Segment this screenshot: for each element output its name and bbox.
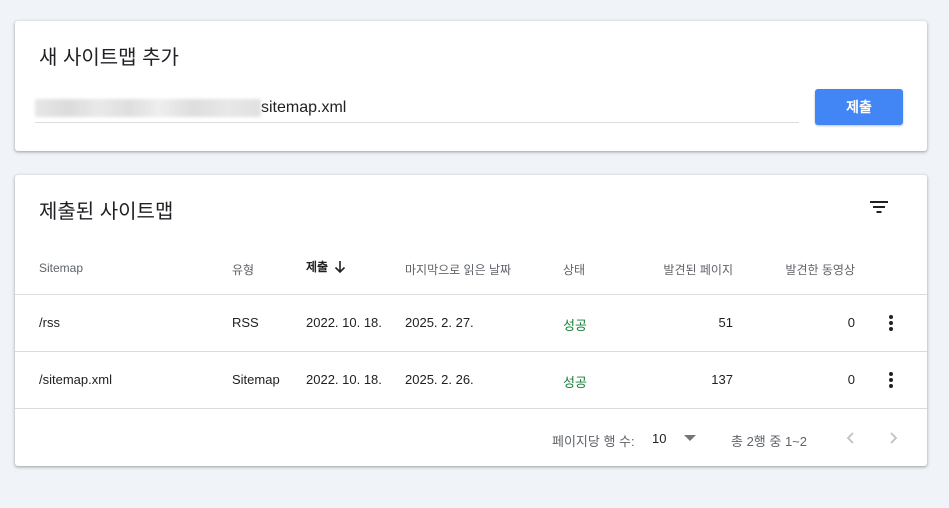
cell-pages: 51 bbox=[718, 315, 733, 330]
rows-per-page-select[interactable]: 10 bbox=[652, 427, 697, 449]
rows-per-page-label: 페이지당 행 수: bbox=[552, 434, 635, 449]
chevron-right-icon bbox=[890, 432, 898, 444]
header-discovered-videos[interactable]: 발견한 동영상 bbox=[785, 261, 855, 278]
cell-submitted: 2022. 10. 18. bbox=[306, 372, 382, 387]
arrow-down-icon bbox=[335, 260, 346, 273]
sitemap-url-field[interactable] bbox=[35, 93, 799, 123]
cell-submitted: 2022. 10. 18. bbox=[306, 315, 382, 330]
cell-last-read: 2025. 2. 26. bbox=[405, 372, 474, 387]
cell-type: RSS bbox=[232, 315, 259, 330]
submit-button[interactable]: 제출 bbox=[815, 89, 903, 125]
header-discovered-pages[interactable]: 발견된 페이지 bbox=[663, 261, 733, 278]
cell-videos: 0 bbox=[847, 315, 855, 330]
header-submitted[interactable]: 제출 bbox=[306, 258, 346, 275]
table-row[interactable]: /rss RSS 2022. 10. 18. 2025. 2. 27. 성공 5… bbox=[15, 295, 927, 352]
header-last-read[interactable]: 마지막으로 읽은 날짜 bbox=[405, 261, 511, 278]
header-status[interactable]: 상태 bbox=[563, 261, 585, 278]
cell-status: 성공 bbox=[563, 318, 587, 333]
header-type[interactable]: 유형 bbox=[232, 261, 254, 278]
cell-status: 성공 bbox=[563, 375, 587, 390]
pagination-range: 총 2행 중 1~2 bbox=[731, 434, 807, 449]
cell-pages: 137 bbox=[711, 372, 733, 387]
sitemap-url-input[interactable] bbox=[261, 95, 781, 120]
table-header: Sitemap 유형 제출 마지막으로 읽은 날짜 상태 발견된 페이지 발견한… bbox=[15, 243, 927, 295]
dropdown-arrow-icon bbox=[684, 435, 697, 441]
add-sitemap-title: 새 사이트맵 추가 bbox=[39, 47, 179, 69]
more-vert-icon bbox=[889, 372, 893, 388]
table-pagination: 페이지당 행 수: 10 총 2행 중 1~2 bbox=[15, 412, 927, 466]
cell-sitemap: /rss bbox=[39, 315, 60, 330]
cell-videos: 0 bbox=[847, 372, 855, 387]
cell-last-read: 2025. 2. 27. bbox=[405, 315, 474, 330]
header-sitemap[interactable]: Sitemap bbox=[39, 261, 83, 275]
add-sitemap-card: 새 사이트맵 추가 제출 bbox=[15, 21, 927, 151]
previous-page-button[interactable] bbox=[837, 425, 863, 451]
submitted-sitemaps-title: 제출된 사이트맵 bbox=[39, 201, 174, 223]
cell-sitemap: /sitemap.xml bbox=[39, 372, 112, 387]
row-menu-button[interactable] bbox=[881, 366, 901, 394]
table-row[interactable]: /sitemap.xml Sitemap 2022. 10. 18. 2025.… bbox=[15, 352, 927, 409]
rows-per-page-value: 10 bbox=[652, 430, 667, 446]
chevron-left-icon bbox=[846, 432, 854, 444]
site-url-prefix-redacted bbox=[35, 98, 261, 117]
more-vert-icon bbox=[889, 315, 893, 331]
next-page-button[interactable] bbox=[881, 425, 907, 451]
filter-button[interactable] bbox=[863, 191, 895, 223]
header-submitted-label: 제출 bbox=[306, 260, 329, 274]
sitemaps-table: Sitemap 유형 제출 마지막으로 읽은 날짜 상태 발견된 페이지 발견한… bbox=[15, 243, 927, 409]
submitted-sitemaps-card: 제출된 사이트맵 Sitemap 유형 제출 마지막으로 읽은 날짜 상태 발견… bbox=[15, 175, 927, 466]
row-menu-button[interactable] bbox=[881, 309, 901, 337]
filter-icon bbox=[870, 201, 888, 213]
cell-type: Sitemap bbox=[232, 372, 280, 387]
